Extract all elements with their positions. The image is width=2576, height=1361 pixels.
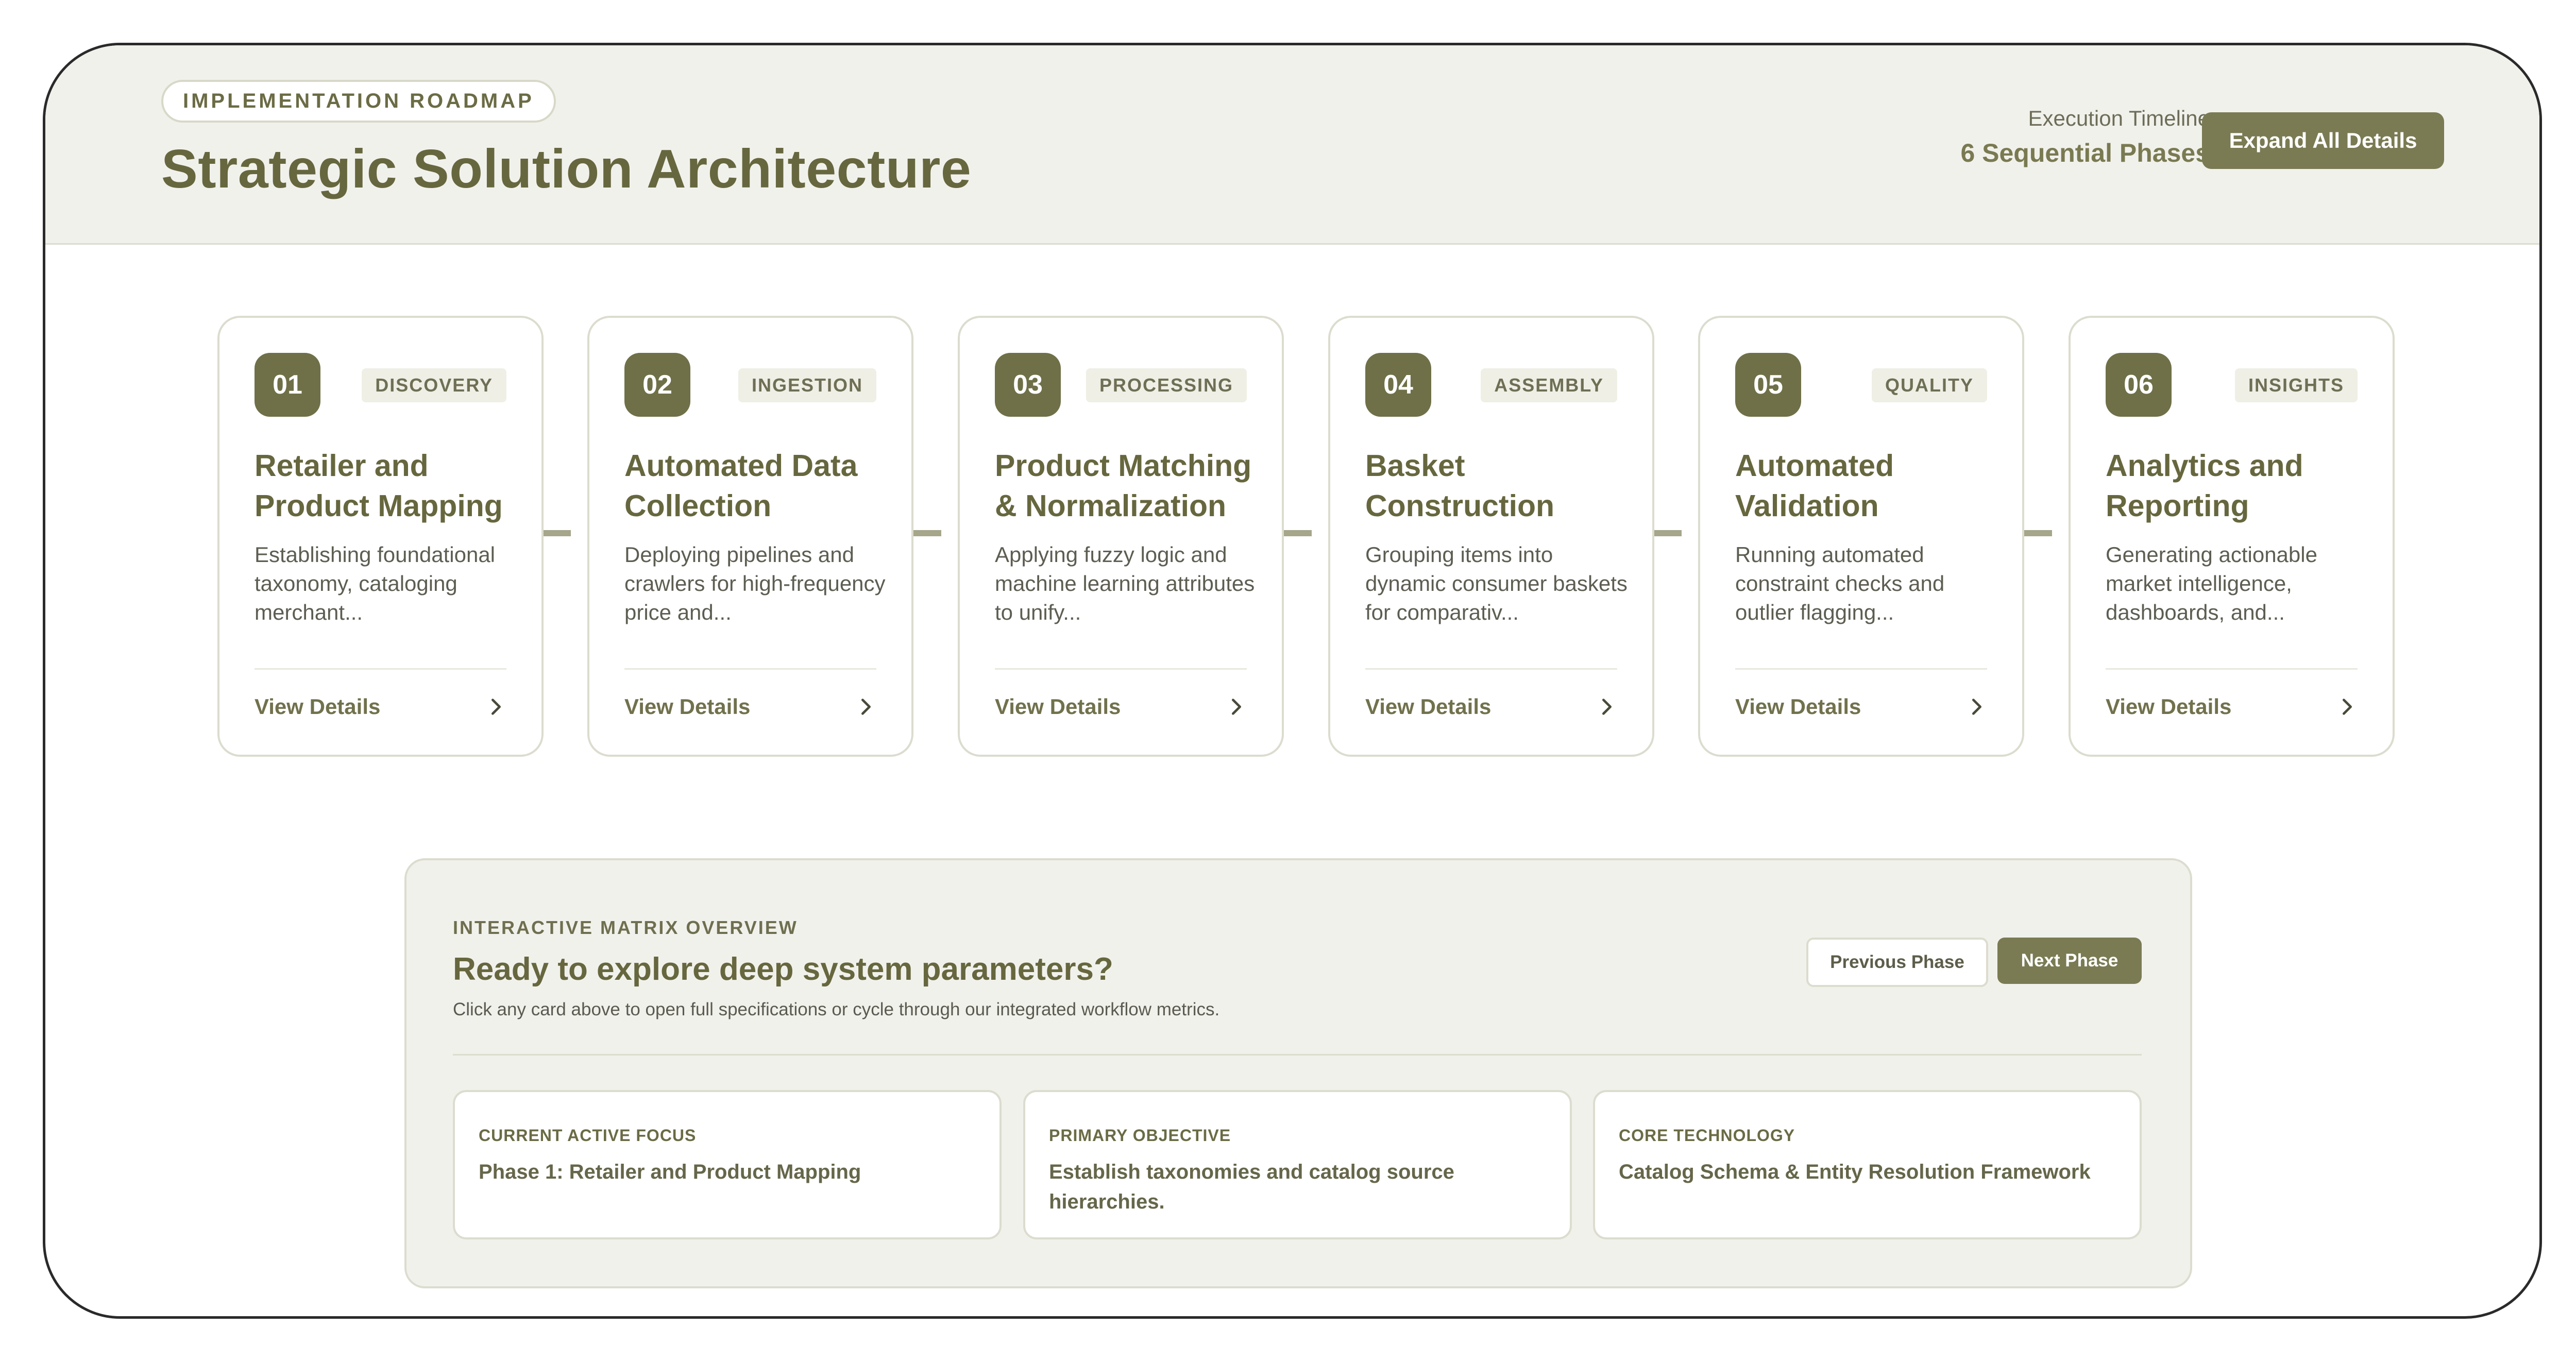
card-divider xyxy=(1735,668,1987,670)
timeline-label: Execution Timeline xyxy=(2028,106,2210,130)
info-card-value: Catalog Schema & Entity Resolution Frame… xyxy=(1619,1161,2091,1183)
phase-title: Product Matching & Normalization xyxy=(995,449,1252,523)
info-card-value: Phase 1: Retailer and Product Mapping xyxy=(479,1161,861,1183)
matrix-divider xyxy=(453,1054,2142,1056)
card-divider xyxy=(255,668,506,670)
phase-description: Running automated constraint checks and … xyxy=(1735,542,1945,624)
info-card-label: PRIMARY OBJECTIVE xyxy=(1049,1126,1231,1145)
card-divider xyxy=(624,668,876,670)
view-details-label: View Details xyxy=(995,694,1121,719)
card-divider xyxy=(2106,668,2358,670)
phase-title: Automated Data Collection xyxy=(624,449,858,523)
phase-card-03[interactable]: 03 PROCESSING Product Matching & Normali… xyxy=(958,316,1284,757)
phase-tag: ASSEMBLY xyxy=(1481,368,1617,402)
chevron-right-icon xyxy=(2343,699,2352,715)
info-card-label: CURRENT ACTIVE FOCUS xyxy=(479,1126,697,1145)
info-card-value: Establish taxonomies and catalog source … xyxy=(1049,1161,1454,1213)
view-details-link[interactable]: View Details xyxy=(1735,684,1987,730)
app-frame: IMPLEMENTATION ROADMAP Strategic Solutio… xyxy=(43,43,2542,1319)
phase-number: 06 xyxy=(2106,353,2172,417)
next-phase-button[interactable]: Next Phase xyxy=(1997,938,2142,984)
primary-objective-card: PRIMARY OBJECTIVE Establish taxonomies a… xyxy=(1023,1090,1572,1239)
phase-tag: INGESTION xyxy=(738,368,876,402)
phase-description: Applying fuzzy logic and machine learnin… xyxy=(995,542,1255,624)
phase-number: 04 xyxy=(1365,353,1431,417)
phase-card-05[interactable]: 05 QUALITY Automated Validation Running … xyxy=(1698,316,2024,757)
phase-description: Establishing foundational taxonomy, cata… xyxy=(255,542,496,624)
phase-card-06[interactable]: 06 INSIGHTS Analytics and Reporting Gene… xyxy=(2069,316,2395,757)
phase-title: Basket Construction xyxy=(1365,449,1555,523)
roadmap-pill: IMPLEMENTATION ROADMAP xyxy=(161,80,556,123)
chevron-right-icon xyxy=(1602,699,1612,715)
phase-description: Deploying pipelines and crawlers for hig… xyxy=(624,542,886,624)
view-details-link[interactable]: View Details xyxy=(995,684,1247,730)
chevron-right-icon xyxy=(1232,699,1241,715)
phase-tag: DISCOVERY xyxy=(362,368,506,402)
view-details-label: View Details xyxy=(255,694,381,719)
view-details-link[interactable]: View Details xyxy=(255,684,506,730)
card-divider xyxy=(1365,668,1617,670)
view-details-link[interactable]: View Details xyxy=(624,684,876,730)
phase-card-02[interactable]: 02 INGESTION Automated Data Collection D… xyxy=(587,316,913,757)
phase-number: 01 xyxy=(255,353,320,417)
page-title: Strategic Solution Architecture xyxy=(161,139,972,199)
matrix-overview-panel: INTERACTIVE MATRIX OVERVIEW Ready to exp… xyxy=(404,858,2192,1288)
view-details-label: View Details xyxy=(624,694,751,719)
chevron-right-icon xyxy=(1972,699,1981,715)
phase-tag: QUALITY xyxy=(1872,368,1987,402)
phase-title: Analytics and Reporting xyxy=(2106,449,2303,523)
phase-tag: INSIGHTS xyxy=(2234,368,2358,402)
view-details-label: View Details xyxy=(2106,694,2232,719)
previous-phase-button[interactable]: Previous Phase xyxy=(1806,938,1988,987)
phase-tag: PROCESSING xyxy=(1086,368,1247,402)
matrix-subtitle: Click any card above to open full specif… xyxy=(453,999,1220,1019)
view-details-label: View Details xyxy=(1735,694,1861,719)
core-technology-card: CORE TECHNOLOGY Catalog Schema & Entity … xyxy=(1593,1090,2142,1239)
execution-timeline: Execution Timeline 6 Sequential Phases xyxy=(1960,106,2210,168)
chevron-right-icon xyxy=(861,699,871,715)
card-divider xyxy=(995,668,1247,670)
page-header: IMPLEMENTATION ROADMAP Strategic Solutio… xyxy=(45,45,2539,245)
matrix-eyebrow: INTERACTIVE MATRIX OVERVIEW xyxy=(453,917,798,938)
view-details-label: View Details xyxy=(1365,694,1492,719)
current-focus-card: CURRENT ACTIVE FOCUS Phase 1: Retailer a… xyxy=(453,1090,1002,1239)
phase-description: Generating actionable market intelligenc… xyxy=(2106,542,2317,624)
phase-number: 03 xyxy=(995,353,1061,417)
timeline-value: 6 Sequential Phases xyxy=(1960,139,2210,167)
phase-title: Automated Validation xyxy=(1735,449,1894,523)
view-details-link[interactable]: View Details xyxy=(2106,684,2358,730)
info-card-label: CORE TECHNOLOGY xyxy=(1619,1126,1795,1145)
phase-description: Grouping items into dynamic consumer bas… xyxy=(1365,542,1628,624)
phase-card-04[interactable]: 04 ASSEMBLY Basket Construction Grouping… xyxy=(1328,316,1654,757)
phase-number: 05 xyxy=(1735,353,1801,417)
phase-card-01[interactable]: 01 DISCOVERY Retailer and Product Mappin… xyxy=(217,316,544,757)
view-details-link[interactable]: View Details xyxy=(1365,684,1617,730)
expand-all-button[interactable]: Expand All Details xyxy=(2202,112,2444,169)
chevron-right-icon xyxy=(492,699,501,715)
phase-number: 02 xyxy=(624,353,690,417)
phase-title: Retailer and Product Mapping xyxy=(255,449,503,523)
matrix-title: Ready to explore deep system parameters? xyxy=(453,951,1113,987)
